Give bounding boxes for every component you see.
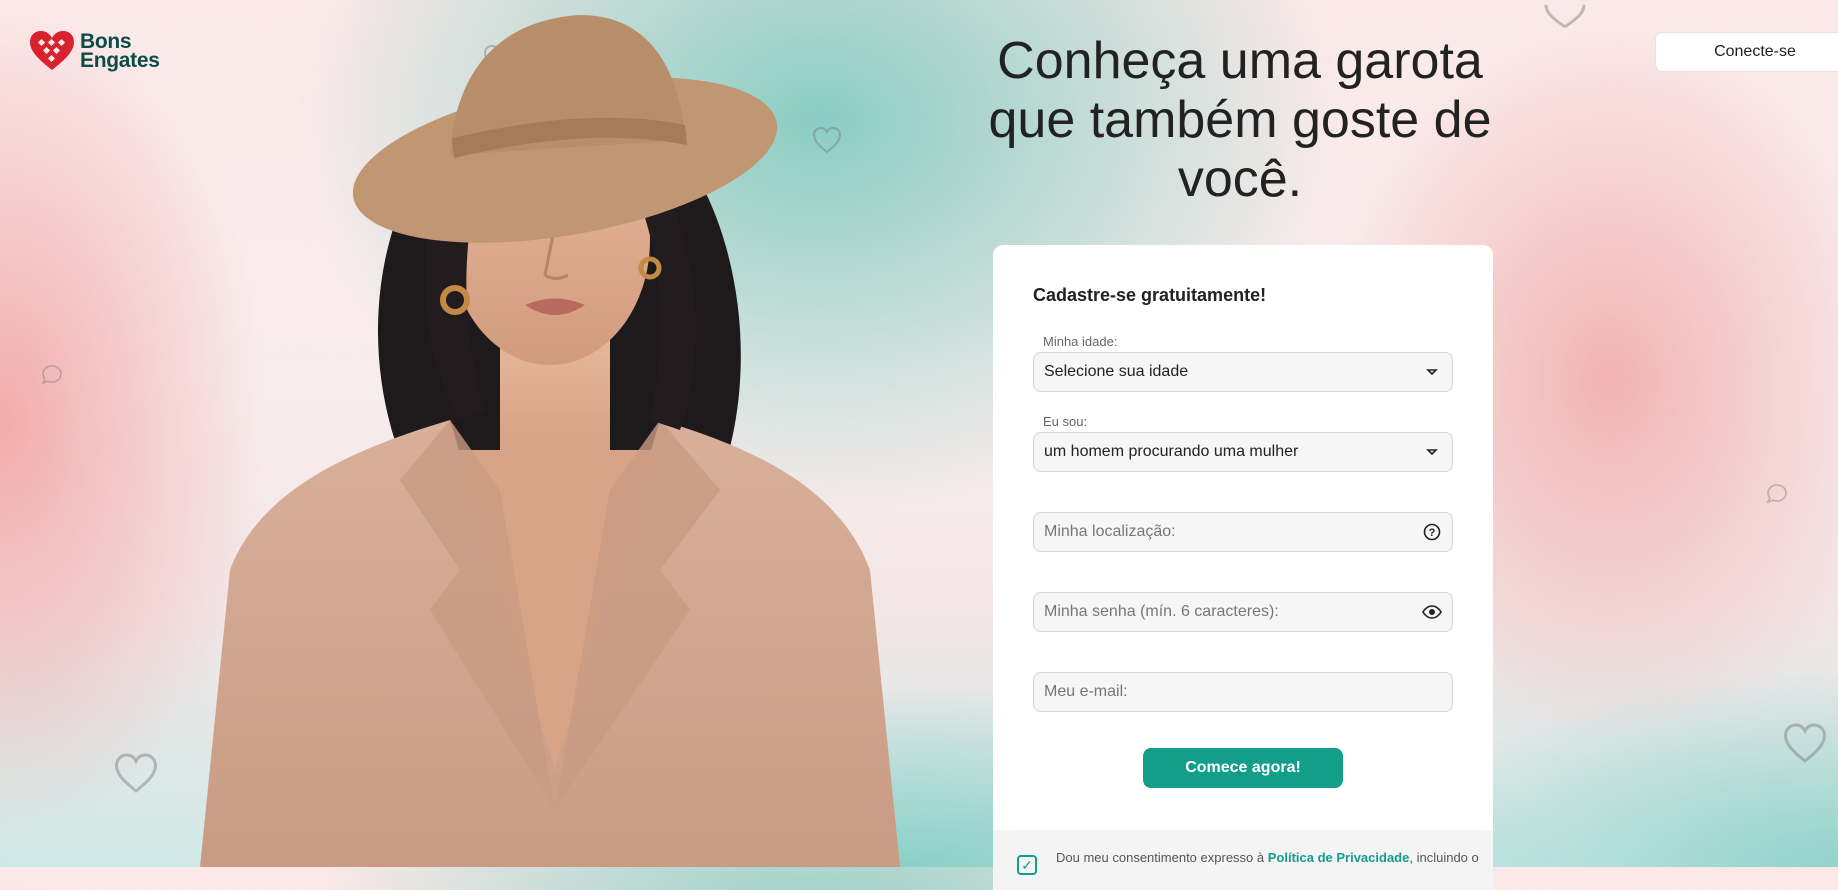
start-now-button[interactable]: Comece agora! <box>1143 748 1343 788</box>
age-select[interactable]: Selecione sua idade <box>1033 352 1453 392</box>
consent-text-before: Dou meu consentimento expresso à <box>1056 850 1268 865</box>
consent-row: ✓ Dou meu consentimento expresso à Polít… <box>993 830 1493 890</box>
consent-checkbox[interactable]: ✓ <box>1017 855 1037 875</box>
consent-text-after: , incluindo o <box>1409 850 1479 865</box>
login-button[interactable]: Conecte-se <box>1655 32 1838 72</box>
chat-bubble-icon <box>41 365 62 385</box>
chevron-down-icon <box>1422 442 1442 462</box>
email-input[interactable]: Meu e-mail: <box>1033 672 1453 712</box>
svg-text:?: ? <box>1429 527 1436 539</box>
iam-select-value: um homem procurando uma mulher <box>1044 443 1299 460</box>
consent-text: Dou meu consentimento expresso à Polític… <box>1056 850 1479 865</box>
chevron-down-icon <box>1422 362 1442 382</box>
password-placeholder: Minha senha (mín. 6 caracteres): <box>1044 603 1279 620</box>
email-placeholder: Meu e-mail: <box>1044 683 1128 700</box>
signup-form: Cadastre-se gratuitamente! Minha idade: … <box>993 245 1493 890</box>
location-placeholder: Minha localização: <box>1044 523 1176 540</box>
age-select-value: Selecione sua idade <box>1044 363 1189 380</box>
heart-logo-icon <box>30 31 74 70</box>
privacy-policy-link[interactable]: Política de Privacidade <box>1268 850 1410 865</box>
brand-name: Bons Engates <box>80 31 160 72</box>
location-input[interactable]: Minha localização: ? <box>1033 512 1453 552</box>
page-headline: Conheça uma garota que também goste de v… <box>988 32 1492 208</box>
eye-icon[interactable] <box>1422 602 1442 622</box>
heart-outline-icon <box>114 753 158 793</box>
iam-select[interactable]: um homem procurando uma mulher <box>1033 432 1453 472</box>
heart-outline-icon <box>1544 4 1586 28</box>
iam-label: Eu sou: <box>1043 414 1088 429</box>
password-input[interactable]: Minha senha (mín. 6 caracteres): <box>1033 592 1453 632</box>
heart-outline-icon <box>1783 723 1827 763</box>
form-title: Cadastre-se gratuitamente! <box>1033 285 1267 305</box>
age-label: Minha idade: <box>1043 334 1118 349</box>
chat-bubble-icon <box>1766 484 1787 504</box>
help-icon[interactable]: ? <box>1422 522 1442 542</box>
brand-name-line2: Engates <box>80 49 160 72</box>
brand-logo[interactable]: Bons Engates <box>28 30 160 72</box>
hero-woman-image <box>200 15 900 867</box>
